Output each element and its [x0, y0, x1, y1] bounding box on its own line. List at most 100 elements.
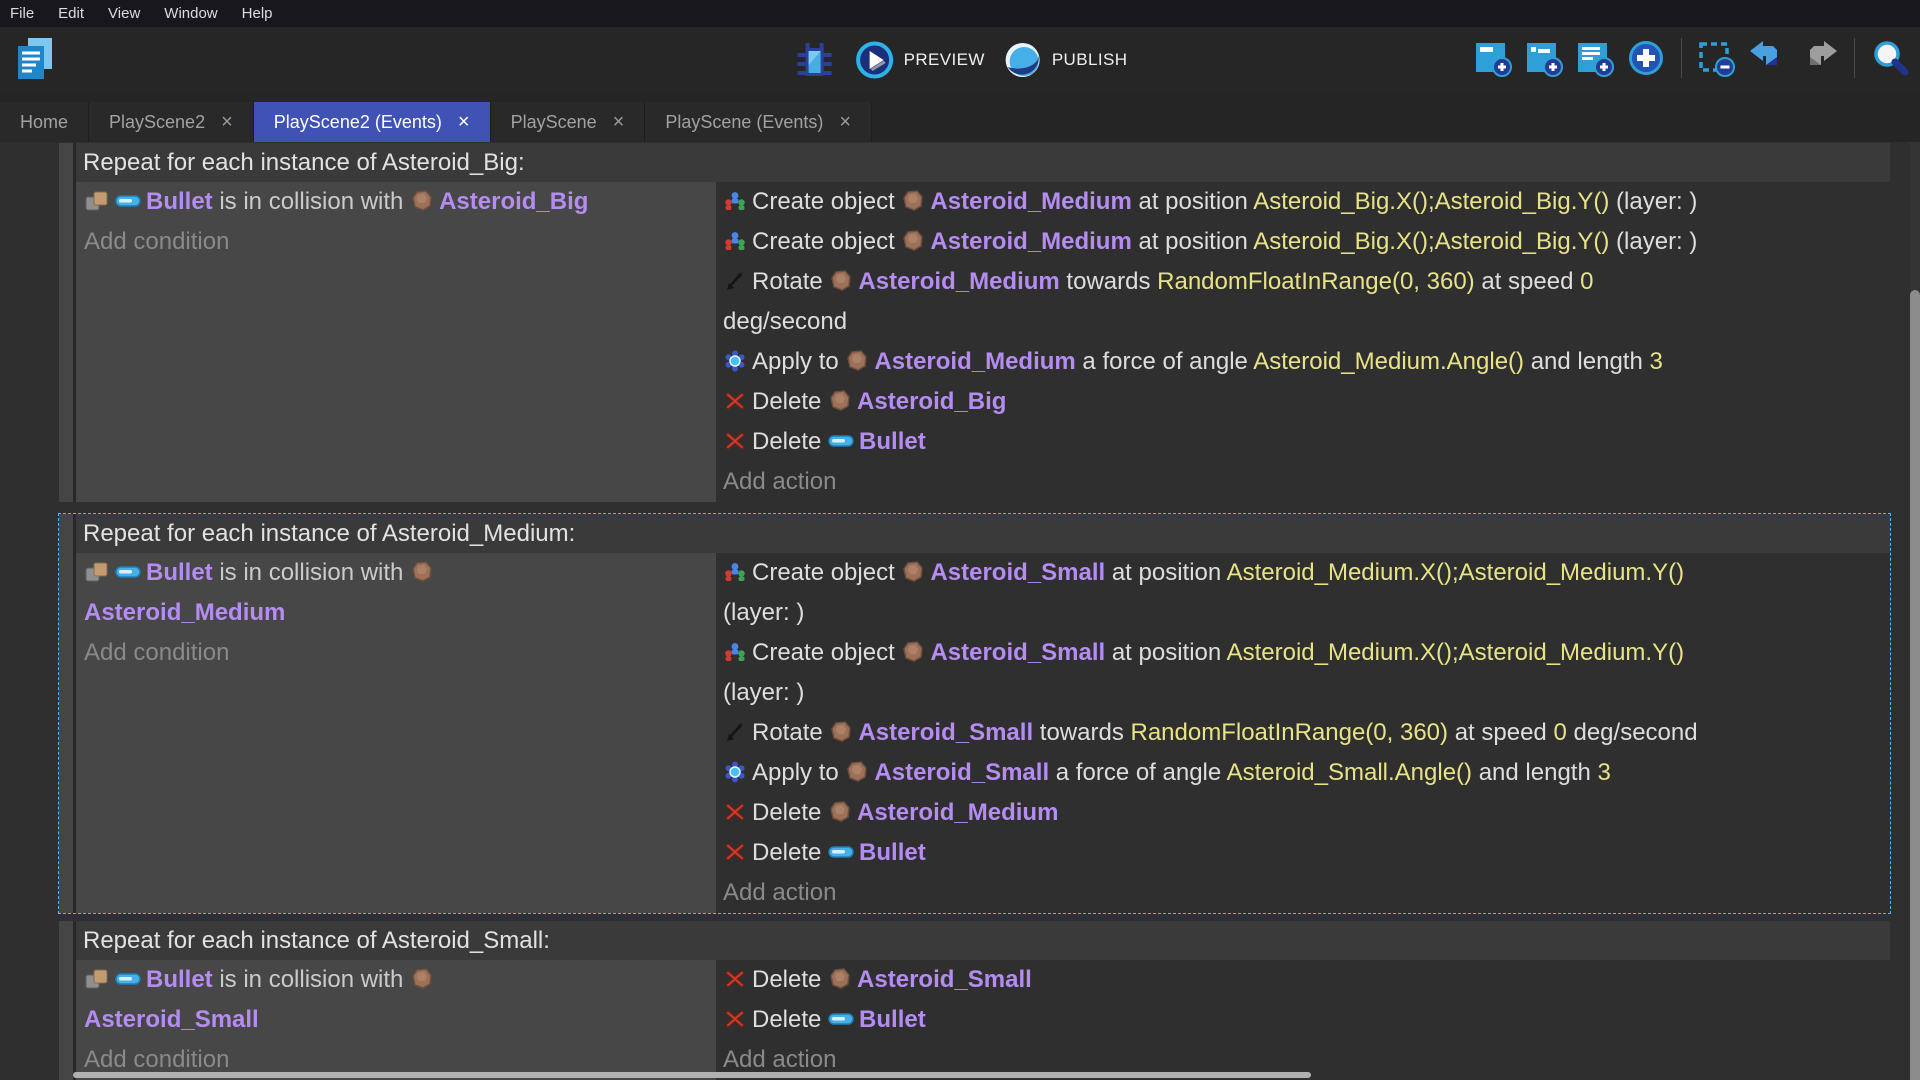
expression: 0 [1580, 268, 1594, 295]
tab-playscene[interactable]: PlayScene × [490, 102, 646, 142]
object-name: Bullet [146, 559, 213, 586]
row-text: deg/second [723, 308, 848, 335]
action-row[interactable]: Create object Asteroid_Medium at positio… [723, 222, 1890, 262]
expression: Asteroid_Medium.X();Asteroid_Medium.Y() [1226, 639, 1685, 666]
menu-edit[interactable]: Edit [58, 5, 84, 22]
vertical-scrollbar-thumb[interactable] [1910, 290, 1920, 1080]
delete-icon [723, 389, 747, 413]
event-drag-handle[interactable] [59, 921, 76, 1080]
add-condition-button[interactable]: Add condition [84, 222, 716, 262]
row-text: a force of angle [1075, 348, 1254, 375]
actions-column: Create object Asteroid_Medium at positio… [716, 182, 1890, 502]
events-toolbar-buttons [1473, 38, 1910, 78]
action-row[interactable]: Delete Bullet [723, 833, 1890, 873]
redo-icon [1799, 38, 1839, 78]
debug-button[interactable] [793, 38, 837, 82]
condition-row[interactable]: Asteroid_Medium [84, 593, 716, 633]
tab-label: PlayScene2 [109, 111, 206, 132]
preview-button[interactable]: PREVIEW [855, 40, 985, 80]
add-action-button[interactable]: Add action [723, 462, 1890, 502]
event-header[interactable]: Repeat for each instance of Asteroid_Med… [76, 514, 1890, 553]
action-row[interactable]: (layer: ) [723, 673, 1890, 713]
add-subevent-button[interactable] [1524, 38, 1564, 78]
row-text: is in collision with [212, 188, 411, 215]
row-text: (layer: ) [723, 599, 805, 626]
event-drag-handle[interactable] [59, 143, 76, 502]
delete-icon [723, 840, 747, 864]
action-row[interactable]: Delete Bullet [723, 422, 1890, 462]
tab-close-icon[interactable]: × [613, 112, 625, 132]
event-main: Repeat for each instance of Asteroid_Sma… [76, 921, 1890, 1080]
row-text: Create object [752, 559, 902, 586]
conditions-column: Bullet is in collision with Asteroid_Sma… [76, 960, 716, 1080]
row-text: (layer: ) [1609, 228, 1698, 255]
add-action-button[interactable]: Add action [723, 873, 1890, 913]
action-row[interactable]: Create object Asteroid_Small at position… [723, 633, 1890, 673]
undo-button[interactable] [1748, 38, 1788, 78]
action-row[interactable]: Delete Asteroid_Small [723, 960, 1890, 1000]
tabs: Home PlayScene2 × PlayScene2 (Events) × PlayS… [0, 102, 873, 142]
add-condition-button[interactable]: Add condition [84, 633, 716, 673]
rotate-icon [723, 720, 747, 744]
delete-selection-button[interactable] [1697, 38, 1737, 78]
menu-window[interactable]: Window [164, 5, 217, 22]
redo-button[interactable] [1799, 38, 1839, 78]
asteroid-icon [410, 189, 434, 213]
tab-close-icon[interactable]: × [839, 112, 851, 132]
publish-label: PUBLISH [1051, 50, 1128, 69]
gdevelop-window: File Edit View Window Help PREVIEW PUBLISH H… [0, 0, 1920, 1080]
horizontal-scrollbar-thumb[interactable] [73, 1072, 1311, 1078]
action-row[interactable]: (layer: ) [723, 593, 1890, 633]
menu-help[interactable]: Help [242, 5, 273, 22]
action-row[interactable]: Delete Bullet [723, 1000, 1890, 1040]
event-drag-handle[interactable] [59, 514, 76, 913]
add-event-button[interactable] [1473, 38, 1513, 78]
action-row[interactable]: deg/second [723, 302, 1890, 342]
project-manager-button[interactable] [12, 36, 58, 82]
add-comment-button[interactable] [1575, 38, 1615, 78]
action-row[interactable]: Rotate Asteroid_Medium towards RandomFlo… [723, 262, 1890, 302]
tab-home[interactable]: Home [0, 102, 90, 142]
event-header[interactable]: Repeat for each instance of Asteroid_Big… [76, 143, 1890, 182]
event-header[interactable]: Repeat for each instance of Asteroid_Sma… [76, 921, 1890, 960]
collision-icon [84, 560, 110, 584]
action-row[interactable]: Rotate Asteroid_Small towards RandomFloa… [723, 713, 1890, 753]
asteroid-icon [901, 229, 925, 253]
add-circle-button[interactable] [1626, 38, 1666, 78]
action-row[interactable]: Create object Asteroid_Medium at positio… [723, 182, 1890, 222]
tab-close-icon[interactable]: × [458, 112, 470, 132]
tab-playscene-events[interactable]: PlayScene (Events) × [645, 102, 873, 142]
tab-close-icon[interactable]: × [221, 112, 233, 132]
publish-button[interactable]: PUBLISH [1003, 40, 1128, 80]
condition-row[interactable]: Asteroid_Small [84, 1000, 716, 1040]
object-name: Asteroid_Medium [857, 799, 1059, 826]
create-icon [723, 560, 747, 584]
object-name: Bullet [859, 839, 926, 866]
condition-row[interactable]: Bullet is in collision with [84, 960, 716, 1000]
condition-row[interactable]: Bullet is in collision with Asteroid_Big [84, 182, 716, 222]
expression: Asteroid_Big.X();Asteroid_Big.Y() [1253, 188, 1610, 215]
tab-playscene2-events[interactable]: PlayScene2 (Events) × [253, 102, 491, 142]
event-main: Repeat for each instance of Asteroid_Med… [76, 514, 1890, 913]
event-block: Repeat for each instance of Asteroid_Sma… [59, 921, 1890, 1080]
action-row[interactable]: Delete Asteroid_Medium [723, 793, 1890, 833]
action-row[interactable]: Apply to Asteroid_Small a force of angle… [723, 753, 1890, 793]
expression: Asteroid_Big.X();Asteroid_Big.Y() [1253, 228, 1610, 255]
tab-label: PlayScene (Events) [665, 111, 824, 132]
project-manager-icon [12, 36, 58, 82]
expression: 3 [1649, 348, 1663, 375]
tab-playscene2[interactable]: PlayScene2 × [89, 102, 254, 142]
asteroid-icon [410, 967, 434, 991]
asteroid-icon [901, 560, 925, 584]
action-row[interactable]: Create object Asteroid_Small at position… [723, 553, 1890, 593]
search-button[interactable] [1870, 38, 1910, 78]
condition-row[interactable]: Bullet is in collision with [84, 553, 716, 593]
action-row[interactable]: Delete Asteroid_Big [723, 382, 1890, 422]
menu-file[interactable]: File [10, 5, 34, 22]
object-name: Asteroid_Small [858, 719, 1034, 746]
action-row[interactable]: Apply to Asteroid_Medium a force of angl… [723, 342, 1890, 382]
force-icon [723, 349, 747, 373]
menu-view[interactable]: View [108, 5, 140, 22]
expression: RandomFloatInRange(0, 360) [1157, 268, 1475, 295]
asteroid-icon [828, 967, 852, 991]
